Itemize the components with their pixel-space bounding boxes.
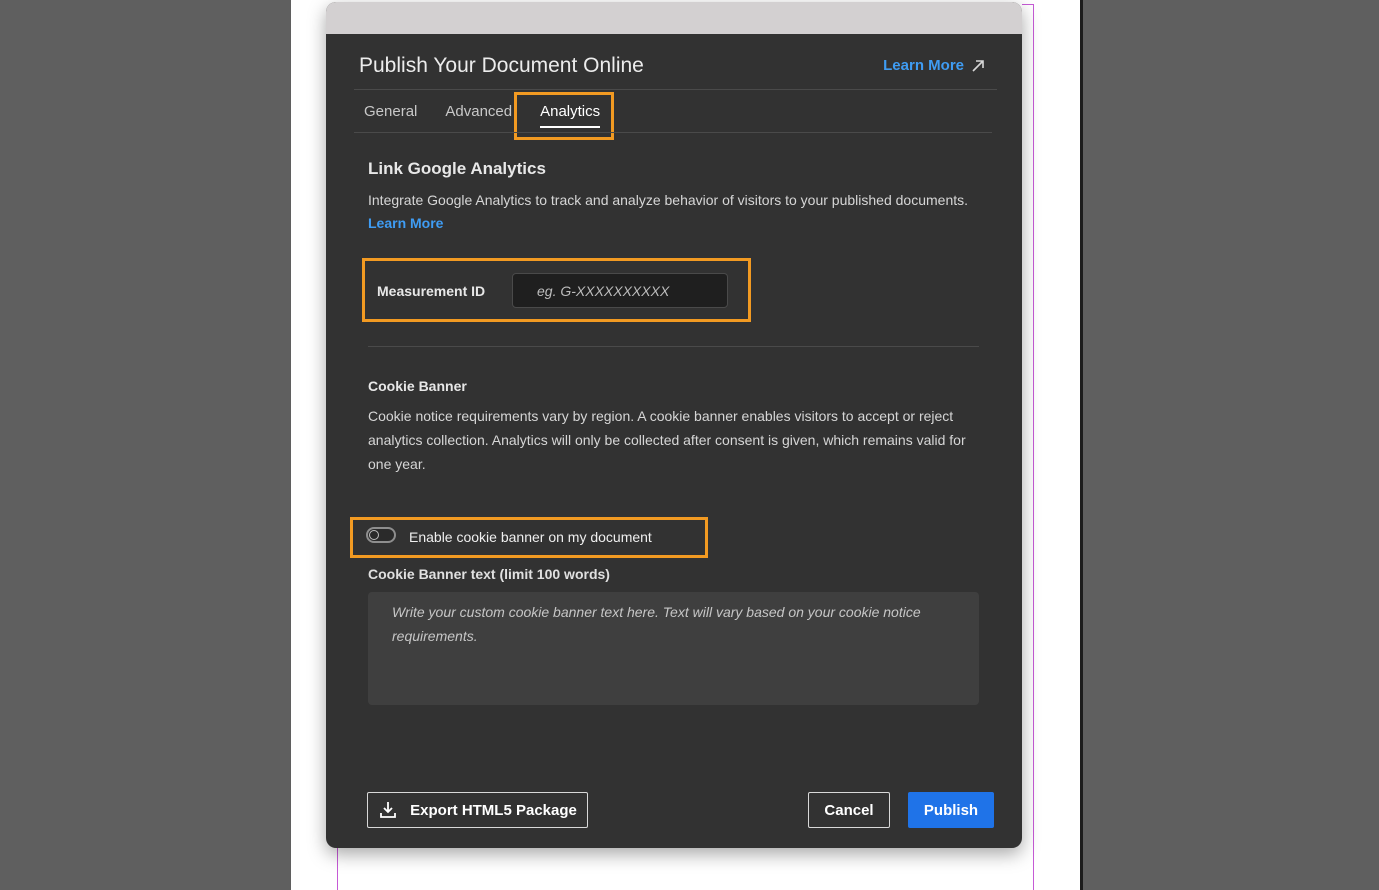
- measurement-id-input[interactable]: [512, 273, 728, 308]
- section-divider: [368, 346, 979, 347]
- download-icon: [380, 802, 397, 818]
- export-button-label: Export HTML5 Package: [410, 801, 577, 819]
- tabs-divider: [354, 132, 992, 133]
- margin-guide-left: [337, 848, 338, 890]
- margin-guide-top: [1022, 4, 1034, 5]
- document-page-edge: [1080, 0, 1083, 890]
- margin-guide-right: [1033, 4, 1034, 890]
- learn-more-top-label: Learn More: [883, 57, 964, 74]
- cookie-banner-toggle-label[interactable]: Enable cookie banner on my document: [409, 529, 652, 545]
- analytics-section-title: Link Google Analytics: [368, 159, 546, 178]
- cancel-button[interactable]: Cancel: [808, 792, 890, 828]
- header-divider: [354, 89, 997, 90]
- tab-general[interactable]: General: [364, 103, 417, 120]
- dialog-title: Publish Your Document Online: [359, 54, 644, 77]
- learn-more-link-top[interactable]: Learn More: [883, 57, 986, 74]
- cookie-section-title: Cookie Banner: [368, 378, 467, 394]
- toggle-knob: [369, 530, 379, 540]
- cookie-description-line-1: Cookie notice requirements vary by regio…: [368, 408, 954, 424]
- analytics-description: Integrate Google Analytics to track and …: [368, 192, 969, 208]
- cookie-banner-toggle[interactable]: [366, 527, 396, 543]
- arrow-up-right-icon: [972, 59, 984, 72]
- cookie-banner-text-label: Cookie Banner text (limit 100 words): [368, 566, 610, 582]
- learn-more-link[interactable]: Learn More: [368, 215, 443, 231]
- export-html5-button[interactable]: Export HTML5 Package: [367, 792, 588, 828]
- tab-advanced[interactable]: Advanced: [445, 103, 512, 120]
- publish-button[interactable]: Publish: [908, 792, 994, 828]
- dialog-titlebar[interactable]: [326, 2, 1022, 34]
- cookie-description-line-2: analytics collection. Analytics will onl…: [368, 432, 966, 448]
- publish-dialog: Publish Your Document Online Learn More …: [326, 2, 1022, 848]
- cookie-description-line-3: one year.: [368, 456, 426, 472]
- cookie-banner-textarea[interactable]: [368, 592, 979, 705]
- measurement-id-label: Measurement ID: [377, 283, 486, 299]
